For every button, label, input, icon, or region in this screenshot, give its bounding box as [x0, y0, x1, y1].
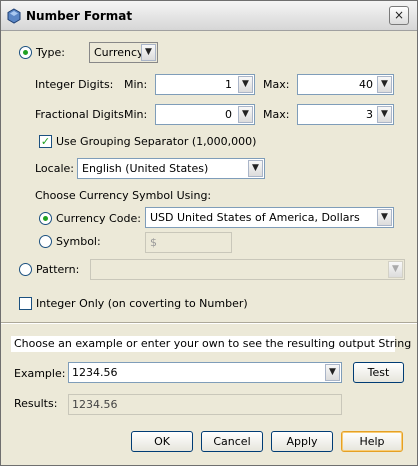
integer-min-field[interactable]: 1 ▼ — [155, 74, 255, 95]
chevron-down-icon[interactable]: ▼ — [377, 106, 392, 123]
ok-button[interactable]: OK — [131, 431, 193, 452]
cancel-button[interactable]: Cancel — [201, 431, 263, 452]
fractional-max-value: 3 — [366, 108, 373, 121]
hint-text: Choose an example or enter your own to s… — [14, 337, 412, 350]
divider — [1, 322, 417, 324]
results-field: 1234.56 — [68, 394, 342, 415]
fractional-min-field[interactable]: 0 ▼ — [155, 104, 255, 125]
type-radio[interactable] — [19, 46, 32, 59]
integer-only-checkbox[interactable] — [19, 297, 32, 310]
hint-box: Choose an example or enter your own to s… — [11, 336, 411, 352]
chevron-down-icon[interactable]: ▼ — [238, 106, 253, 123]
fractional-digits-label: Fractional Digits: — [35, 108, 128, 121]
fractional-min-label: Min: — [124, 108, 148, 121]
type-select[interactable]: Currency ▼ — [89, 42, 158, 63]
app-icon — [7, 8, 21, 24]
symbol-radio[interactable] — [39, 235, 52, 248]
integer-max-value: 40 — [359, 78, 373, 91]
title-bar: Number Format × — [1, 1, 417, 31]
example-combobox[interactable]: 1234.56 ▼ — [68, 362, 342, 383]
chevron-down-icon[interactable]: ▼ — [388, 261, 403, 278]
close-icon: × — [393, 8, 405, 22]
integer-min-label: Min: — [124, 78, 148, 91]
currency-heading: Choose Currency Symbol Using: — [35, 189, 212, 202]
integer-max-label: Max: — [263, 78, 290, 91]
test-button[interactable]: Test — [353, 362, 404, 383]
chevron-down-icon[interactable]: ▼ — [377, 209, 392, 226]
currency-code-value: USD United States of America, Dollars — [150, 211, 360, 224]
example-label: Example: — [14, 367, 66, 380]
type-select-value: Currency — [94, 46, 144, 59]
pattern-label: Pattern: — [36, 263, 80, 276]
fractional-max-label: Max: — [263, 108, 290, 121]
currency-code-radio[interactable] — [39, 212, 52, 225]
symbol-label: Symbol: — [56, 235, 101, 248]
results-label: Results: — [14, 397, 58, 410]
pattern-select[interactable]: ▼ — [90, 259, 405, 280]
fractional-min-value: 0 — [225, 108, 232, 121]
type-label: Type: — [36, 46, 65, 59]
locale-value: English (United States) — [82, 162, 209, 175]
window-title: Number Format — [26, 9, 133, 23]
grouping-label: Use Grouping Separator (1,000,000) — [56, 135, 257, 148]
chevron-down-icon[interactable]: ▼ — [325, 364, 340, 381]
check-icon: ✓ — [40, 135, 51, 148]
grouping-checkbox[interactable]: ✓ — [39, 135, 52, 148]
currency-code-label: Currency Code: — [56, 212, 141, 225]
currency-code-select[interactable]: USD United States of America, Dollars ▼ — [145, 207, 394, 228]
fractional-max-field[interactable]: 3 ▼ — [297, 104, 394, 125]
locale-label: Locale: — [35, 162, 74, 175]
example-value: 1234.56 — [72, 366, 118, 379]
close-button[interactable]: × — [389, 6, 409, 25]
help-button[interactable]: Help — [341, 431, 403, 452]
integer-max-field[interactable]: 40 ▼ — [297, 74, 394, 95]
chevron-down-icon[interactable]: ▼ — [377, 76, 392, 93]
symbol-value: $ — [150, 236, 157, 249]
integer-only-label: Integer Only (on coverting to Number) — [36, 297, 248, 310]
chevron-down-icon[interactable]: ▼ — [248, 160, 263, 177]
integer-min-value: 1 — [225, 78, 232, 91]
chevron-down-icon[interactable]: ▼ — [238, 76, 253, 93]
number-format-dialog: Number Format × Type: Currency ▼ Integer… — [0, 0, 418, 466]
chevron-down-icon[interactable]: ▼ — [141, 44, 156, 61]
symbol-field[interactable]: $ — [145, 232, 232, 253]
pattern-radio[interactable] — [19, 263, 32, 276]
integer-digits-label: Integer Digits: — [35, 78, 114, 91]
locale-select[interactable]: English (United States) ▼ — [77, 158, 265, 179]
results-value: 1234.56 — [72, 398, 118, 411]
apply-button[interactable]: Apply — [271, 431, 333, 452]
